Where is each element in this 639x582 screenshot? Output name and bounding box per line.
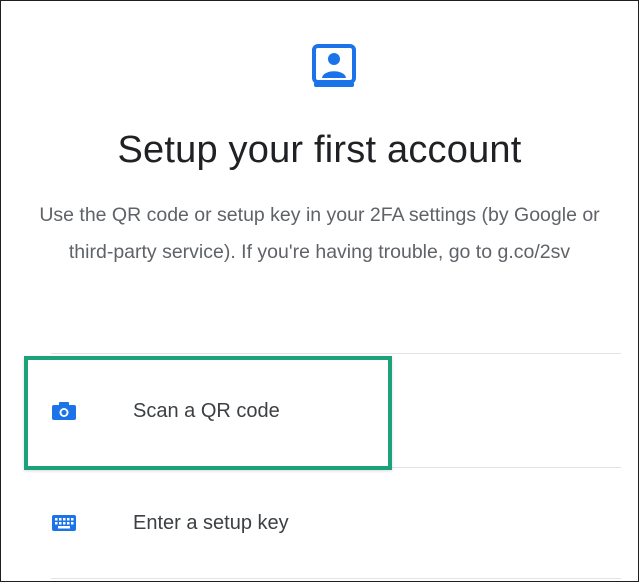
instructions-text: Use the QR code or setup key in your 2FA… bbox=[39, 204, 600, 263]
divider-bottom bbox=[51, 578, 621, 579]
page-title: Setup your first account bbox=[117, 129, 522, 171]
divider-middle bbox=[51, 467, 621, 468]
keyboard-icon bbox=[52, 515, 76, 531]
app-screen: Setup your first account Use the QR code… bbox=[0, 0, 639, 582]
scan-qr-code-option[interactable]: Scan a QR code bbox=[27, 363, 627, 459]
camera-icon bbox=[52, 402, 76, 420]
divider-top bbox=[51, 353, 621, 354]
enter-setup-key-label: Enter a setup key bbox=[133, 511, 289, 534]
account-badge-icon bbox=[312, 44, 356, 87]
enter-setup-key-option[interactable]: Enter a setup key bbox=[27, 475, 627, 571]
scan-qr-code-label: Scan a QR code bbox=[133, 399, 280, 422]
